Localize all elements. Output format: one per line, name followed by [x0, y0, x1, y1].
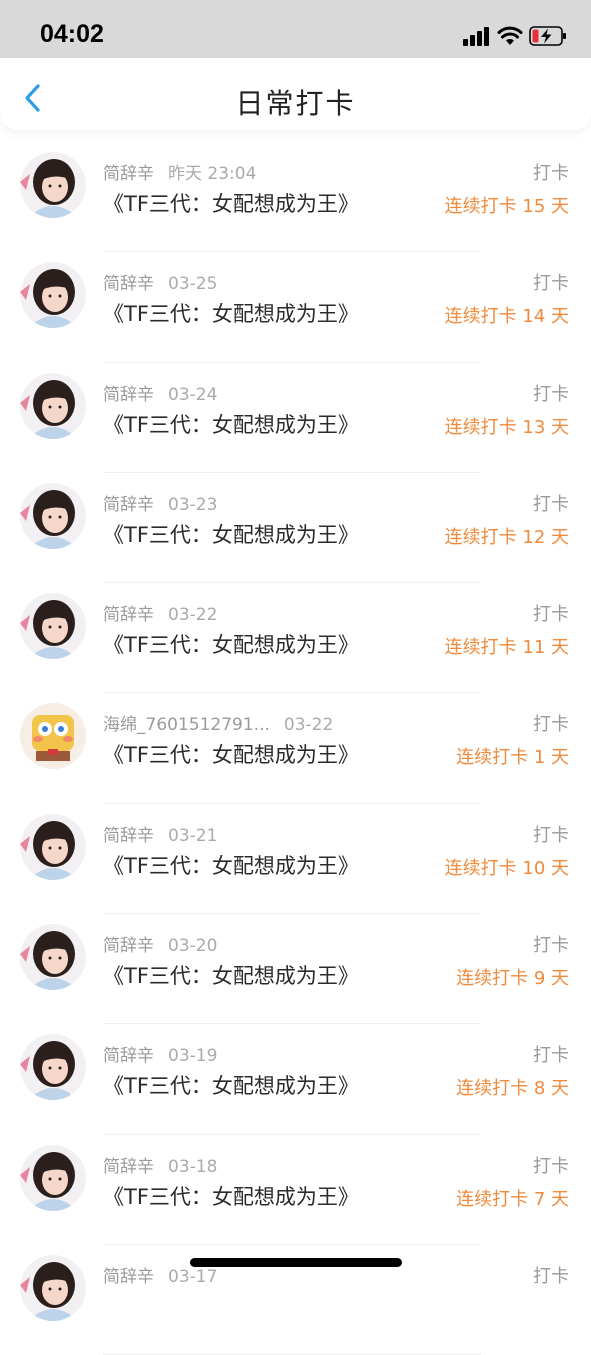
checkin-row[interactable]: 简辞辛 03-18 《TF三代：女配想成为王》 打卡连续打卡 7 天 [0, 1135, 591, 1245]
streak-count: 连续打卡 10 天 [444, 857, 569, 879]
streak-count: 连续打卡 8 天 [456, 1078, 569, 1100]
checkin-label: 打卡 [533, 824, 569, 846]
user-avatar[interactable] [20, 924, 86, 991]
row-meta: 简辞辛 03-24 [103, 380, 217, 405]
streak-count: 连续打卡 7 天 [456, 1188, 569, 1210]
checkin-label: 打卡 [533, 935, 569, 957]
wifi-icon [497, 26, 523, 45]
checkin-row[interactable]: 简辞辛 03-21 《TF三代：女配想成为王》 打卡连续打卡 10 天 [0, 804, 591, 915]
checkin-date: 03-22 [168, 605, 218, 626]
status-bar: 04:02 [0, 0, 591, 58]
user-avatar[interactable] [20, 1034, 86, 1101]
user-avatar[interactable] [20, 482, 86, 549]
user-name[interactable]: 简辞辛 [103, 385, 154, 405]
book-title[interactable]: 《TF三代：女配想成为王》 [103, 409, 359, 439]
checkin-label: 打卡 [533, 1045, 569, 1067]
user-avatar[interactable] [20, 593, 86, 660]
checkin-label: 打卡 [533, 714, 569, 736]
checkin-date: 03-22 [283, 715, 334, 736]
checkin-date: 03-23 [168, 494, 218, 515]
battery-charging-icon [529, 26, 566, 46]
user-name[interactable]: 简辞辛 [103, 1046, 154, 1066]
row-meta: 简辞辛 03-18 [103, 1152, 217, 1177]
user-name[interactable]: 简辞辛 [103, 936, 154, 956]
checkin-date: 03-17 [168, 1266, 218, 1287]
row-meta: 海绵_7601512791... 03-22 [103, 710, 333, 735]
checkin-date: 03-25 [168, 274, 218, 295]
cellular-signal-icon [463, 26, 491, 46]
user-name[interactable]: 简辞辛 [103, 1267, 154, 1287]
user-name[interactable]: 简辞辛 [103, 274, 154, 294]
book-title[interactable]: 《TF三代：女配想成为王》 [103, 1181, 359, 1211]
user-avatar[interactable] [20, 703, 86, 770]
streak-count: 连续打卡 13 天 [444, 416, 569, 438]
streak-count: 连续打卡 14 天 [444, 306, 569, 328]
checkin-row[interactable]: 简辞辛 03-20 《TF三代：女配想成为王》 打卡连续打卡 9 天 [0, 914, 591, 1025]
user-avatar[interactable] [20, 372, 86, 439]
user-name[interactable]: 简辞辛 [103, 826, 154, 846]
checkin-label: 打卡 [533, 604, 569, 626]
checkin-label: 打卡 [533, 493, 569, 515]
streak-count: 连续打卡 11 天 [444, 637, 569, 659]
user-avatar[interactable] [20, 813, 86, 880]
row-meta: 简辞辛 昨天 23:04 [103, 159, 256, 184]
checkin-row[interactable]: 简辞辛 03-22 《TF三代：女配想成为王》 打卡连续打卡 11 天 [0, 583, 591, 694]
streak-count: 连续打卡 12 天 [444, 526, 569, 548]
checkin-date: 昨天 23:04 [168, 164, 257, 184]
checkin-date: 03-21 [168, 825, 218, 846]
checkin-row[interactable]: 简辞辛 03-23 《TF三代：女配想成为王》 打卡连续打卡 12 天 [0, 473, 591, 584]
book-title[interactable]: 《TF三代：女配想成为王》 [103, 850, 359, 880]
row-meta: 简辞辛 03-25 [103, 269, 217, 294]
checkin-date: 03-19 [168, 1046, 218, 1067]
user-name[interactable]: 简辞辛 [103, 164, 154, 184]
book-title[interactable]: 《TF三代：女配想成为王》 [103, 298, 359, 328]
user-name[interactable]: 简辞辛 [103, 495, 154, 515]
checkin-row[interactable]: 简辞辛 昨天 23:04 《TF三代：女配想成为王》 打卡连续打卡 15 天 [0, 142, 591, 253]
book-title[interactable]: 《TF三代：女配想成为王》 [103, 629, 359, 659]
streak-count: 连续打卡 15 天 [444, 196, 569, 217]
nav-header: 日常打卡 [0, 58, 591, 130]
home-indicator [190, 1258, 402, 1267]
checkin-label: 打卡 [533, 1265, 569, 1287]
row-meta: 简辞辛 03-23 [103, 490, 217, 515]
page-title: 日常打卡 [235, 87, 356, 120]
checkin-row[interactable]: 海绵_7601512791... 03-22 《TF三代：女配想成为王》 打卡连续打卡… [0, 693, 591, 804]
user-name[interactable]: 简辞辛 [103, 605, 154, 625]
book-title[interactable]: 《TF三代：女配想成为王》 [103, 960, 359, 990]
checkin-label: 打卡 [533, 383, 569, 405]
user-avatar[interactable] [20, 1254, 86, 1321]
user-avatar[interactable] [20, 262, 86, 329]
row-meta: 简辞辛 03-20 [103, 931, 217, 956]
checkin-label: 打卡 [533, 163, 569, 184]
checkin-date: 03-24 [168, 384, 218, 405]
checkin-label: 打卡 [533, 273, 569, 295]
row-meta: 简辞辛 03-22 [103, 600, 217, 625]
user-name[interactable]: 海绵_7601512791... [103, 715, 270, 735]
row-meta: 简辞辛 03-21 [103, 821, 217, 846]
checkin-row[interactable]: 简辞辛 03-19 《TF三代：女配想成为王》 打卡连续打卡 8 天 [0, 1024, 591, 1135]
book-title[interactable]: 《TF三代：女配想成为王》 [103, 1070, 359, 1100]
user-name[interactable]: 简辞辛 [103, 1157, 154, 1177]
user-avatar[interactable] [20, 152, 86, 218]
checkin-row[interactable]: 简辞辛 03-25 《TF三代：女配想成为王》 打卡连续打卡 14 天 [0, 252, 591, 363]
row-meta: 简辞辛 03-19 [103, 1041, 217, 1066]
checkin-label: 打卡 [533, 1155, 569, 1177]
user-avatar[interactable] [20, 1144, 86, 1211]
book-title[interactable]: 《TF三代：女配想成为王》 [103, 188, 359, 218]
book-title[interactable]: 《TF三代：女配想成为王》 [103, 519, 359, 549]
checkin-list: 简辞辛 昨天 23:04 《TF三代：女配想成为王》 打卡 连续打卡 15 天 简辞辛 0… [0, 142, 591, 1355]
status-time: 04:02 [40, 20, 104, 48]
checkin-date: 03-20 [168, 936, 218, 957]
checkin-row[interactable]: 简辞辛 03-24 《TF三代：女配想成为王》 打卡连续打卡 13 天 [0, 363, 591, 473]
streak-count: 连续打卡 9 天 [456, 968, 569, 990]
checkin-date: 03-18 [168, 1156, 218, 1177]
book-title[interactable]: 《TF三代：女配想成为王》 [103, 739, 359, 769]
streak-count: 连续打卡 1 天 [456, 747, 569, 769]
